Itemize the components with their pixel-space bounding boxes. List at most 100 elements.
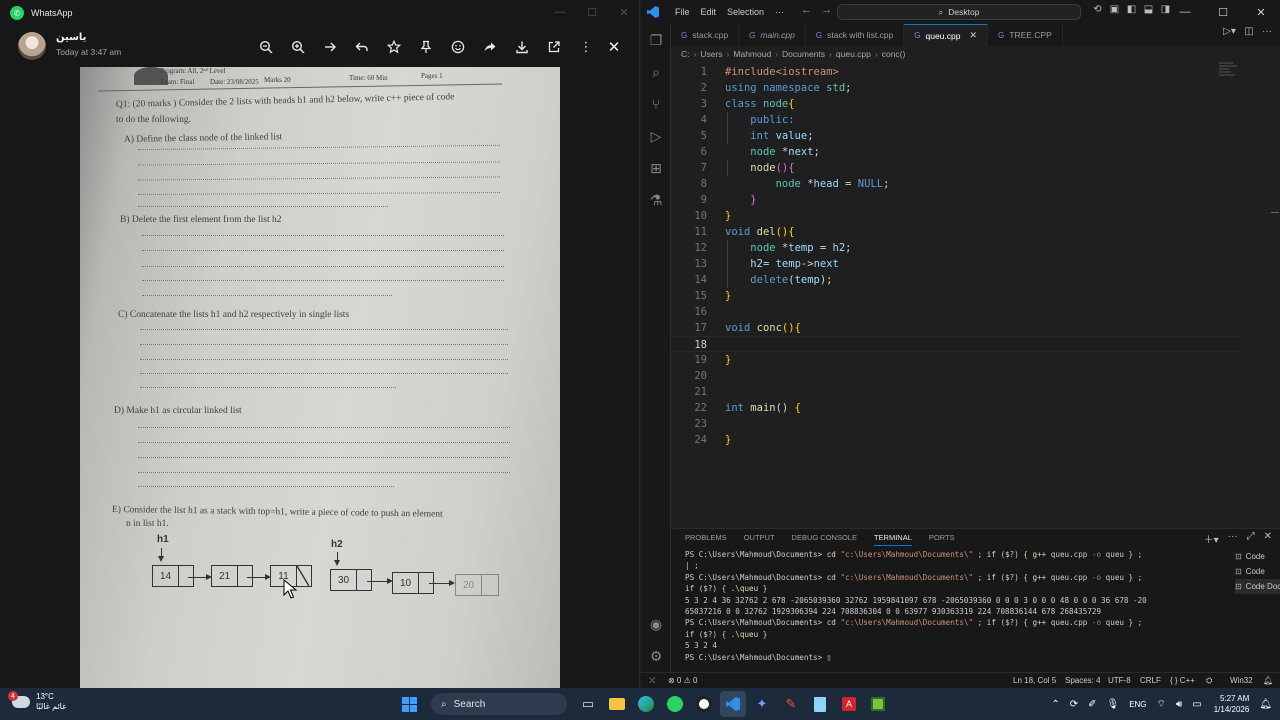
star-icon[interactable] [378, 36, 410, 58]
vs-maximize-button[interactable]: ☐ [1204, 0, 1242, 24]
share-icon[interactable] [474, 36, 506, 58]
back-arrow-icon[interactable]: ← [801, 4, 812, 16]
source-control-icon[interactable]: ⑂ [646, 94, 666, 114]
edge-icon[interactable] [633, 691, 659, 717]
vscode-taskbar-icon[interactable] [720, 691, 746, 717]
account-icon[interactable]: ◉ [646, 614, 666, 634]
vs-close-button[interactable]: ✕ [1242, 0, 1280, 24]
terminal-instance[interactable]: ⊡Code Docu... [1235, 579, 1280, 594]
encoding[interactable]: UTF-8 [1108, 676, 1131, 685]
breadcrumb-item[interactable]: conc() [882, 49, 906, 59]
search-view-icon[interactable]: ⌕ [646, 62, 666, 82]
maximize-panel-icon[interactable]: ⤢ [1247, 531, 1255, 546]
command-center-search[interactable]: ⌕ Desktop [837, 4, 1081, 20]
copilot-icon[interactable]: ⟲ [1089, 4, 1106, 15]
network-icon[interactable]: ⌔ [1157, 698, 1166, 711]
task-view-icon[interactable]: ▭ [575, 691, 601, 717]
menu-edit[interactable]: Edit [701, 7, 717, 17]
pin-icon[interactable] [410, 36, 442, 58]
breadcrumb-item[interactable]: queu.cpp [836, 49, 871, 59]
editor-scrollbar[interactable] [1271, 212, 1279, 213]
terminal-instance[interactable]: ⊡Code⚠ [1235, 564, 1280, 579]
split-editor-icon[interactable]: ◫ [1244, 26, 1253, 37]
run-code-icon[interactable]: ▷▾ [1223, 26, 1236, 37]
close-viewer-button[interactable]: ✕ [602, 36, 626, 58]
github-icon[interactable] [691, 691, 717, 717]
codeblocks-icon[interactable] [865, 691, 891, 717]
new-terminal-icon[interactable]: ＋▾ [1204, 531, 1219, 546]
terminal-output[interactable]: PS C:\Users\Mahmoud\Documents> cd "c:\Us… [685, 549, 1199, 663]
file-explorer-icon[interactable] [604, 691, 630, 717]
forward-icon[interactable] [314, 36, 346, 58]
more-icon[interactable]: ⋮ [570, 36, 602, 58]
tab-main-cpp[interactable]: Gmain.cpp [739, 24, 806, 46]
panel-more-icon[interactable]: ··· [1228, 531, 1238, 546]
problems-count[interactable]: ⊗ 0 ⚠ 0 [668, 676, 697, 685]
forward-arrow-icon[interactable]: → [821, 4, 832, 16]
mic-icon[interactable]: 🎙︎ [1106, 699, 1119, 710]
pen-app-icon[interactable]: ✎ [778, 691, 804, 717]
taskbar-search[interactable]: ⌕ Search [431, 693, 567, 715]
close-tab-icon[interactable]: ✕ [969, 30, 977, 41]
remote-icon[interactable]: ⤫ [649, 676, 655, 686]
breadcrumb-item[interactable]: Mahmoud [733, 49, 771, 59]
minimize-button[interactable]: — [544, 0, 576, 24]
indentation[interactable]: Spaces: 4 [1065, 676, 1101, 685]
tab-stack-with-list-cpp[interactable]: Gstack with list.cpp [806, 24, 905, 46]
toggle-panel-icon[interactable]: ⬓ [1140, 4, 1157, 15]
volume-icon[interactable]: 🔊︎ [1176, 699, 1182, 710]
sparkle-app-icon[interactable]: ✦ [749, 691, 775, 717]
tab-stack-cpp[interactable]: Gstack.cpp [671, 24, 740, 46]
minimap[interactable] [1219, 62, 1239, 92]
reply-icon[interactable] [346, 36, 378, 58]
menu-more[interactable]: ··· [775, 7, 784, 17]
panel-tab-terminal[interactable]: TERMINAL [873, 533, 912, 546]
download-icon[interactable] [506, 36, 538, 58]
panel-tab-debug-console[interactable]: DEBUG CONSOLE [792, 533, 857, 546]
close-window-button[interactable]: ✕ [608, 0, 639, 24]
breadcrumb-item[interactable]: Users [700, 49, 722, 59]
avatar[interactable] [18, 32, 46, 60]
acrobat-icon[interactable]: A [836, 691, 862, 717]
customize-layout-icon[interactable]: ▣ [1106, 4, 1123, 15]
extensions-icon[interactable]: ⊞ [646, 158, 666, 178]
close-panel-icon[interactable]: ✕ [1264, 531, 1272, 546]
tab-tree-cpp[interactable]: G TREE.CPP [988, 24, 1063, 46]
open-external-icon[interactable] [538, 36, 570, 58]
run-debug-icon[interactable]: ▷ [646, 126, 666, 146]
manage-gear-icon[interactable]: ⚙ [646, 646, 666, 666]
terminal-instance[interactable]: ⊡Code⚠ [1235, 549, 1280, 564]
weather-widget[interactable]: 4 13°C غائم غالبًا [8, 691, 66, 712]
sync-icon[interactable]: ⟳ [1070, 699, 1078, 710]
pen-tray-icon[interactable]: ✐ [1088, 699, 1096, 710]
panel-tab-problems[interactable]: PROBLEMS [685, 533, 727, 546]
breadcrumb-item[interactable]: C: [681, 49, 690, 59]
code-editor[interactable]: 1 #include<iostream> 2 using namespace std;… [671, 62, 1280, 524]
notification-center-icon[interactable]: 🔔︎ [1259, 699, 1272, 710]
maximize-button[interactable]: ☐ [576, 0, 608, 24]
clock[interactable]: 5:27 AM 1/14/2026 [1214, 693, 1250, 715]
battery-icon[interactable]: ▭ [1192, 699, 1201, 710]
tray-overflow-icon[interactable]: ⌃ [1051, 699, 1059, 710]
whatsapp-taskbar-icon[interactable] [662, 691, 688, 717]
explorer-icon[interactable]: ❐ [646, 30, 666, 50]
line-ending[interactable]: CRLF [1140, 676, 1161, 685]
copilot-status-icon[interactable]: ⛭ [1206, 676, 1212, 686]
start-button[interactable] [396, 691, 422, 717]
vs-minimize-button[interactable]: — [1166, 0, 1204, 24]
language-mode[interactable]: { } C++ [1170, 676, 1195, 685]
testing-icon[interactable]: ⚗ [646, 190, 666, 210]
notifications-bell-icon[interactable]: 🔔︎ [1263, 676, 1273, 685]
menu-selection[interactable]: Selection [727, 7, 764, 17]
cursor-position[interactable]: Ln 18, Col 5 [1013, 676, 1056, 685]
emoji-icon[interactable] [442, 36, 474, 58]
zoom-in-icon[interactable] [282, 36, 314, 58]
zoom-out-icon[interactable] [250, 36, 282, 58]
language-indicator[interactable]: ENG [1129, 700, 1146, 709]
breadcrumb-item[interactable]: Documents [782, 49, 825, 59]
menu-file[interactable]: File [675, 7, 690, 17]
panel-tab-ports[interactable]: PORTS [929, 533, 955, 546]
platform[interactable]: Win32 [1230, 676, 1253, 685]
toggle-primary-sidebar-icon[interactable]: ◧ [1123, 4, 1140, 15]
editor-more-icon[interactable]: ··· [1262, 26, 1272, 37]
